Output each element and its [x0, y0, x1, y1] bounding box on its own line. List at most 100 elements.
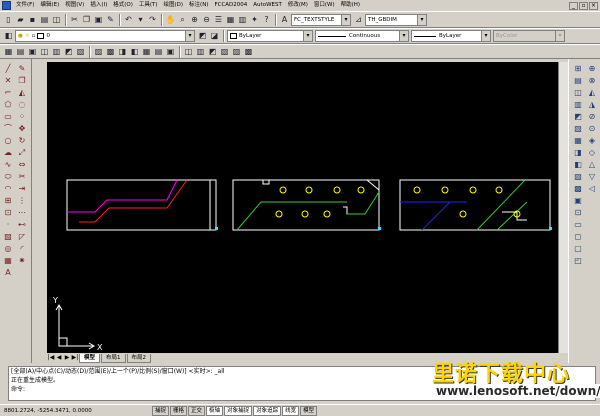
menu-file[interactable]: 文件(F) — [13, 0, 37, 11]
snap-toggle[interactable]: 捕捉 — [152, 405, 170, 416]
region-icon[interactable]: ◎ — [2, 243, 14, 255]
fc-tool-1-icon[interactable]: ▦ — [3, 46, 14, 57]
model-toggle[interactable]: 模型 — [300, 405, 318, 416]
ellipse-icon[interactable]: ⬭ — [2, 171, 14, 183]
menu-edit[interactable]: 编辑(E) — [37, 0, 62, 11]
lineweight-toggle[interactable]: 线宽 — [282, 405, 300, 416]
undo-dropdown-icon[interactable]: ▾ — [135, 14, 146, 25]
rt-tool-25-icon[interactable]: ◇ — [586, 147, 598, 159]
next-tab-icon[interactable]: ▶ — [63, 354, 71, 362]
rt-tool-1-icon[interactable]: ⊞ — [572, 63, 584, 75]
fc-tool-14-icon[interactable]: ▣ — [165, 46, 176, 57]
zoom-realtime-icon[interactable]: ⌕ — [177, 14, 188, 25]
chevron-down-icon[interactable]: ▾ — [185, 31, 194, 41]
grid-toggle[interactable]: 栅格 — [170, 405, 188, 416]
rt-tool-24-icon[interactable]: ◈ — [586, 135, 598, 147]
menu-window[interactable]: 窗口(W) — [311, 0, 338, 11]
dim-style-select[interactable]: TH_GBDIM ▾ — [365, 13, 427, 26]
fc-tool-7-icon[interactable]: ▧ — [75, 46, 86, 57]
tab-model[interactable]: 模型 — [79, 353, 101, 363]
fc-tool-8-icon[interactable]: ▨ — [93, 46, 104, 57]
arc-icon[interactable]: ⌒ — [2, 123, 14, 135]
close-icon[interactable]: × — [589, 1, 598, 10]
fc-tool-3-icon[interactable]: ▣ — [27, 46, 38, 57]
design-center-icon[interactable]: ▦ — [225, 14, 236, 25]
ortho-toggle[interactable]: 正交 — [188, 405, 206, 416]
erase-icon[interactable]: ✎ — [16, 63, 28, 75]
menu-modify[interactable]: 修改(M) — [285, 0, 311, 11]
tab-layout2[interactable]: 布局2 — [126, 353, 152, 363]
tool-palette-icon[interactable]: ▥ — [237, 14, 248, 25]
break-at-point-icon[interactable]: ⋮ — [16, 195, 28, 207]
polar-toggle[interactable]: 极轴 — [206, 405, 224, 416]
fc-tool-18-icon[interactable]: ▧ — [219, 46, 230, 57]
layer-manager-icon[interactable]: ◧ — [3, 31, 14, 42]
fc-tool-10-icon[interactable]: ◨ — [117, 46, 128, 57]
rt-tool-9-icon[interactable]: ◧ — [572, 159, 584, 171]
menu-dimension[interactable]: 标注(N) — [186, 0, 211, 11]
rt-tool-3-icon[interactable]: ◫ — [572, 87, 584, 99]
ellipse-arc-icon[interactable]: ◠ — [2, 183, 14, 195]
array-icon[interactable]: ⁘ — [16, 111, 28, 123]
fc-tool-2-icon[interactable]: ▤ — [15, 46, 26, 57]
properties-icon[interactable]: ☰ — [213, 14, 224, 25]
polyline-icon[interactable]: ⌐ — [2, 87, 14, 99]
print-preview-icon[interactable]: ◫ — [51, 14, 62, 25]
help-icon[interactable]: ? — [261, 14, 272, 25]
text-style-select[interactable]: FC_TEXTSTYLE ▾ — [291, 13, 351, 26]
chevron-down-icon[interactable]: ▾ — [481, 31, 490, 41]
make-object-layer-current-icon[interactable]: ◩ — [197, 31, 208, 42]
save-icon[interactable]: ▪ — [27, 14, 38, 25]
minimize-icon[interactable]: _ — [569, 1, 578, 10]
scale-icon[interactable]: ⤢ — [16, 147, 28, 159]
table-icon[interactable]: ▦ — [2, 255, 14, 267]
construction-line-icon[interactable]: ✕ — [2, 75, 14, 87]
menu-autowest[interactable]: AutoWEST — [250, 0, 285, 11]
mtext-icon[interactable]: A — [2, 267, 14, 279]
paste-icon[interactable]: ▣ — [93, 14, 104, 25]
rt-tool-21-icon[interactable]: ◮ — [586, 99, 598, 111]
menu-tools[interactable]: 工具(T) — [136, 0, 161, 11]
fc-tool-20-icon[interactable]: ▩ — [243, 46, 254, 57]
first-tab-icon[interactable]: |◀ — [47, 354, 55, 362]
revcloud-icon[interactable]: ☁ — [2, 147, 14, 159]
break-icon[interactable]: ⋯ — [16, 207, 28, 219]
fc-tool-9-icon[interactable]: ▩ — [105, 46, 116, 57]
fc-tool-17-icon[interactable]: ◩ — [207, 46, 218, 57]
rotate-icon[interactable]: ↻ — [16, 135, 28, 147]
osnap-toggle[interactable]: 对象捕捉 — [224, 405, 253, 416]
drawing-canvas[interactable]: Y X — [47, 62, 558, 353]
rt-tool-2-icon[interactable]: ▤ — [572, 75, 584, 87]
hatch-icon[interactable]: ▨ — [2, 231, 14, 243]
rt-tool-20-icon[interactable]: ◭ — [586, 87, 598, 99]
point-icon[interactable]: · — [2, 219, 14, 231]
chevron-down-icon[interactable]: ▾ — [399, 31, 408, 41]
lineweight-select[interactable]: ByLayer ▾ — [411, 30, 491, 42]
rt-tool-15-icon[interactable]: ◻ — [572, 231, 584, 243]
trim-icon[interactable]: ✂ — [16, 171, 28, 183]
fc-tool-12-icon[interactable]: ▦ — [141, 46, 152, 57]
fillet-icon[interactable]: ◜ — [16, 243, 28, 255]
insert-block-icon[interactable]: ⊞ — [2, 195, 14, 207]
fc-tool-5-icon[interactable]: ▥ — [51, 46, 62, 57]
pan-icon[interactable]: ✋ — [165, 14, 176, 25]
extend-icon[interactable]: ⇥ — [16, 183, 28, 195]
rt-tool-22-icon[interactable]: ⊘ — [586, 111, 598, 123]
layer-previous-icon[interactable]: ◪ — [209, 31, 220, 42]
line-icon[interactable]: ╱ — [2, 63, 14, 75]
zoom-window-icon[interactable]: ⊕ — [189, 14, 200, 25]
stretch-icon[interactable]: ⇔ — [16, 159, 28, 171]
restore-icon[interactable]: ▫ — [579, 1, 588, 10]
fc-tool-13-icon[interactable]: ▤ — [153, 46, 164, 57]
move-icon[interactable]: ✥ — [16, 123, 28, 135]
polygon-icon[interactable]: ⬠ — [2, 99, 14, 111]
rt-tool-5-icon[interactable]: ◩ — [572, 111, 584, 123]
rt-tool-7-icon[interactable]: ▦ — [572, 135, 584, 147]
copy-object-icon[interactable]: ❐ — [16, 75, 28, 87]
fc-tool-15-icon[interactable]: ◫ — [183, 46, 194, 57]
circle-icon[interactable]: ○ — [2, 135, 14, 147]
rt-tool-12-icon[interactable]: ▣ — [572, 195, 584, 207]
new-file-icon[interactable]: ▯ — [3, 14, 14, 25]
menu-insert[interactable]: 插入(I) — [87, 0, 110, 11]
chamfer-icon[interactable]: ◸ — [16, 231, 28, 243]
